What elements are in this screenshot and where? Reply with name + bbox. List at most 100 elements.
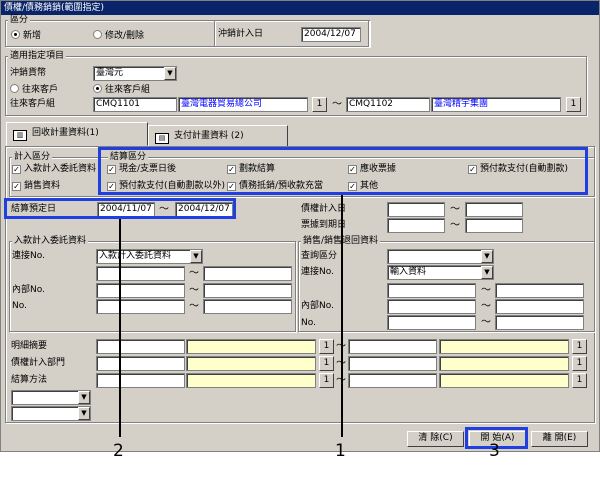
method-lookup-button[interactable]: 1 bbox=[319, 373, 334, 388]
debt-date-label: 債權計入日 bbox=[301, 204, 347, 214]
right-r2-to[interactable] bbox=[495, 299, 584, 314]
check-icon: ✓ bbox=[12, 165, 21, 174]
radio-new[interactable]: 新增 bbox=[11, 30, 41, 42]
extra-select-2[interactable]: ▼ bbox=[11, 406, 91, 421]
right-internal-label: 內部No. bbox=[301, 301, 334, 311]
section-legend: 區分 bbox=[8, 15, 31, 26]
right-contact-label: 連接No. bbox=[301, 267, 334, 277]
right-r2-tilde: ～ bbox=[481, 301, 491, 312]
radio-empty-icon bbox=[10, 84, 19, 93]
calc-opt2-label: 銷售資料 bbox=[24, 181, 61, 191]
from-code-input[interactable]: CMQ1101 bbox=[93, 97, 177, 112]
method-to-desc-field bbox=[439, 373, 569, 388]
radio-customer-label: 往來客戶 bbox=[22, 85, 59, 95]
method-to-input[interactable] bbox=[348, 373, 437, 388]
extra-select-1[interactable]: ▼ bbox=[11, 390, 91, 405]
left-r1-from[interactable] bbox=[96, 266, 185, 281]
book-icon: ▥ bbox=[13, 130, 27, 141]
callout-number-2: 2 bbox=[113, 441, 124, 461]
tab-collection[interactable]: ▥ 回收計畫資料(1) bbox=[6, 122, 148, 146]
chevron-down-icon: ▼ bbox=[190, 250, 202, 263]
calc-opt1-checkbox[interactable]: ✓ 入款計入委託資料 bbox=[12, 164, 96, 175]
dept-input[interactable] bbox=[96, 356, 185, 371]
radio-edit[interactable]: 修改/刪除 bbox=[93, 30, 144, 42]
close-button[interactable]: 離 開(E) bbox=[531, 431, 588, 447]
calc-opt2-checkbox[interactable]: ✓ 銷售資料 bbox=[12, 181, 60, 192]
detail-to-input[interactable] bbox=[348, 339, 437, 354]
chevron-down-icon: ▼ bbox=[78, 407, 90, 420]
left-r1-to[interactable] bbox=[203, 266, 292, 281]
currency-label: 沖銷貨幣 bbox=[10, 68, 47, 78]
from-name-text: 臺灣電器貿易總公司 bbox=[181, 99, 263, 109]
left-internal-label: 內部No. bbox=[12, 285, 45, 295]
date-label: 沖銷計入日 bbox=[218, 29, 264, 39]
tab-payment[interactable]: ▤ 支付計畫資料 (2) bbox=[148, 125, 288, 147]
dept-lookup-button[interactable]: 1 bbox=[319, 356, 334, 371]
to-name-field: 臺灣精宇集團 bbox=[431, 97, 561, 112]
ticket-tilde: ～ bbox=[450, 220, 460, 231]
callout-line-1 bbox=[341, 195, 343, 437]
right-r3-to[interactable] bbox=[495, 315, 584, 330]
callout-box-date bbox=[4, 198, 236, 219]
right-query-label: 查詢區分 bbox=[301, 251, 338, 261]
chevron-down-icon: ▼ bbox=[164, 67, 176, 80]
to-code-input[interactable]: CMQ1102 bbox=[346, 97, 430, 112]
clear-button[interactable]: 清 除(C) bbox=[407, 431, 464, 447]
group-label: 往來客戶組 bbox=[10, 99, 56, 109]
left-contact-label: 連接No. bbox=[12, 251, 45, 261]
ticket-date-to-input[interactable] bbox=[465, 218, 523, 233]
right-contact-select[interactable]: 輸入資料 ▼ bbox=[387, 265, 494, 280]
dept-to-lookup-button[interactable]: 1 bbox=[572, 356, 587, 371]
radio-selected-icon bbox=[11, 30, 20, 39]
callout-number-1: 1 bbox=[335, 441, 346, 461]
tab-collection-label: 回收計畫資料(1) bbox=[32, 128, 99, 138]
right-query-select[interactable]: ▼ bbox=[387, 249, 494, 264]
method-to-lookup-button[interactable]: 1 bbox=[572, 373, 587, 388]
method-input[interactable] bbox=[96, 373, 185, 388]
radio-group-label: 往來客戶組 bbox=[105, 85, 151, 95]
detail-lookup-button[interactable]: 1 bbox=[319, 339, 334, 354]
chevron-down-icon: ▼ bbox=[481, 266, 493, 279]
dept-to-input[interactable] bbox=[348, 356, 437, 371]
right-r3-from[interactable] bbox=[387, 315, 476, 330]
detail-input[interactable] bbox=[96, 339, 185, 354]
ticket-date-label: 票據到期日 bbox=[301, 220, 347, 230]
detail-to-lookup-button[interactable]: 1 bbox=[572, 339, 587, 354]
right-r1-tilde: ～ bbox=[481, 285, 491, 296]
right-r1-from[interactable] bbox=[387, 283, 476, 298]
debt-date-to-input[interactable] bbox=[465, 202, 523, 217]
to-lookup-button[interactable]: 1 bbox=[566, 97, 581, 112]
date-input[interactable]: 2004/12/07 bbox=[301, 27, 361, 42]
tab-payment-label: 支付計畫資料 (2) bbox=[174, 131, 244, 141]
from-lookup-button[interactable]: 1 bbox=[312, 97, 327, 112]
left-r3-to[interactable] bbox=[203, 299, 292, 314]
dept-label: 債權計入部門 bbox=[11, 358, 66, 368]
method-label: 結算方法 bbox=[11, 375, 48, 385]
method-desc-field bbox=[186, 373, 316, 388]
ticket-date-from-input[interactable] bbox=[387, 218, 445, 233]
right-no-label: No. bbox=[301, 318, 316, 328]
left-r2-tilde: ～ bbox=[189, 285, 199, 296]
scope-legend: 適用指定項目 bbox=[8, 51, 67, 62]
left-contact-select[interactable]: 入款計入委託資料 ▼ bbox=[96, 249, 203, 264]
detail-to-desc-field bbox=[439, 339, 569, 354]
right-r1-to[interactable] bbox=[495, 283, 584, 298]
detail-desc-field bbox=[186, 339, 316, 354]
detail-label: 明細摘要 bbox=[11, 341, 48, 351]
callout-box-settle bbox=[98, 147, 588, 195]
dept-desc-field bbox=[186, 356, 316, 371]
radio-group[interactable]: 往來客戶組 bbox=[93, 84, 150, 96]
debt-date-from-input[interactable] bbox=[387, 202, 445, 217]
left-r2-to[interactable] bbox=[203, 283, 292, 298]
left-r3-from[interactable] bbox=[96, 299, 185, 314]
radio-selected-icon bbox=[93, 84, 102, 93]
left-r2-from[interactable] bbox=[96, 283, 185, 298]
chevron-down-icon: ▼ bbox=[78, 391, 90, 404]
radio-new-label: 新增 bbox=[23, 31, 42, 41]
currency-select[interactable]: 臺灣元 ▼ bbox=[93, 66, 177, 81]
radio-customer[interactable]: 往來客戶 bbox=[10, 84, 58, 96]
check-icon: ✓ bbox=[12, 182, 21, 191]
right-r2-from[interactable] bbox=[387, 299, 476, 314]
settle-legend: 結算區分 bbox=[108, 152, 149, 163]
left-panel-legend: 入款計入委託資料 bbox=[12, 236, 89, 247]
